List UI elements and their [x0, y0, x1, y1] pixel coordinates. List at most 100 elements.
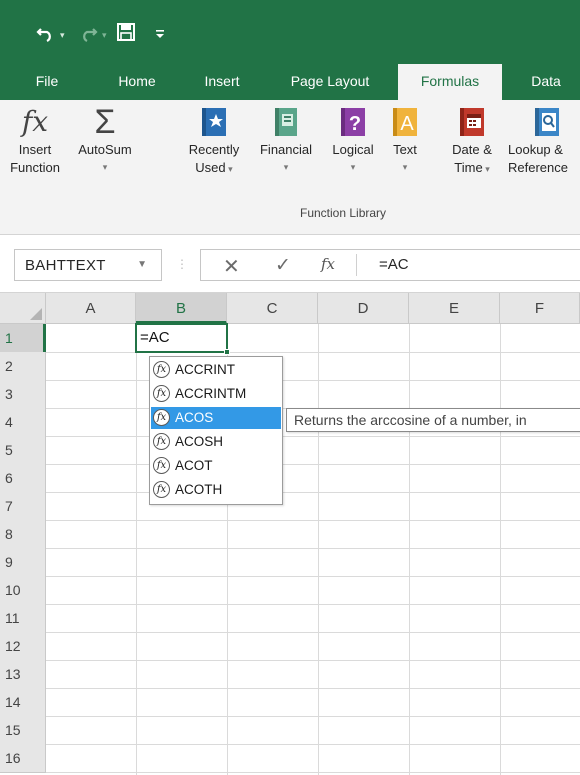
ribbon-formulas: fx Insert Function Σ AutoSum ▾ Recently …	[0, 100, 580, 235]
column-header-a[interactable]: A	[46, 293, 136, 324]
select-all-triangle-icon	[30, 308, 42, 320]
redo-dropdown-icon[interactable]: ▾	[102, 30, 107, 41]
row-header-6[interactable]: 6	[0, 464, 46, 493]
active-cell-b1[interactable]: =AC	[135, 323, 230, 355]
autocomplete-item-accrintm[interactable]: fx ACCRINTM	[151, 383, 281, 405]
function-icon: fx	[153, 361, 170, 378]
name-box-dropdown-icon[interactable]: ▼	[137, 259, 147, 270]
financial-button[interactable]: Financial ▾	[250, 106, 322, 176]
name-box-value: BAHTTEXT	[25, 257, 106, 274]
tab-page-layout[interactable]: Page Layout	[276, 62, 384, 100]
text-dropdown-icon: ▾	[402, 162, 408, 172]
save-icon[interactable]	[116, 22, 136, 46]
autocomplete-item-acos[interactable]: fx ACOS	[151, 407, 281, 429]
date-time-button[interactable]: Date & Time ▾	[442, 106, 502, 178]
tab-formulas[interactable]: Formulas	[398, 64, 502, 100]
text-button[interactable]: A Text ▾	[388, 106, 422, 176]
column-header-d[interactable]: D	[318, 293, 409, 324]
redo-icon[interactable]	[78, 22, 98, 46]
autosum-button[interactable]: Σ AutoSum ▾	[74, 105, 136, 176]
recently-used-button[interactable]: Recently Used ▾	[180, 106, 248, 178]
row-header-1[interactable]: 1	[0, 324, 46, 353]
enter-icon[interactable]: ✓	[275, 254, 291, 277]
function-description-tooltip: Returns the arccosine of a number, in	[286, 408, 580, 432]
row-header-14[interactable]: 14	[0, 688, 46, 717]
function-autocomplete-list: fx ACCRINT fx ACCRINTM fx ACOS fx ACOSH …	[149, 356, 283, 505]
undo-icon[interactable]	[36, 22, 56, 46]
row-header-2[interactable]: 2	[0, 352, 46, 381]
column-header-f[interactable]: F	[500, 293, 580, 324]
row-header-5[interactable]: 5	[0, 436, 46, 465]
function-icon: fx	[153, 385, 170, 402]
gridline	[500, 324, 501, 775]
tab-home[interactable]: Home	[102, 62, 172, 100]
gridline	[46, 632, 580, 633]
customize-qat-icon[interactable]	[154, 26, 166, 46]
logical-label: Logical	[332, 142, 374, 157]
column-header-c[interactable]: C	[227, 293, 318, 324]
row-header-3[interactable]: 3	[0, 380, 46, 409]
row-header-4[interactable]: 4	[0, 408, 46, 437]
lookup-reference-button[interactable]: Lookup & Reference	[508, 106, 580, 176]
tooltip-text: Returns the arccosine of a number, in	[294, 412, 527, 428]
row-header-12[interactable]: 12	[0, 632, 46, 661]
gridline	[46, 548, 580, 549]
row-header-15[interactable]: 15	[0, 716, 46, 745]
gridline	[46, 464, 580, 465]
gridline	[46, 772, 580, 773]
lookup-book-icon	[532, 106, 562, 138]
autocomplete-item-acot[interactable]: fx ACOT	[151, 455, 281, 477]
insert-function-icon[interactable]: fx	[321, 255, 335, 273]
autosum-dropdown-icon: ▾	[102, 162, 108, 172]
name-box[interactable]: BAHTTEXT ▼	[14, 249, 162, 281]
formula-bar-divider	[356, 254, 357, 276]
formula-bar-splitter[interactable]: ⋮	[176, 257, 188, 271]
autocomplete-item-label: ACCRINTM	[175, 386, 247, 401]
function-icon: fx	[153, 433, 170, 450]
star-book-icon	[199, 106, 229, 138]
gridline	[46, 380, 580, 381]
fill-handle[interactable]	[224, 349, 230, 355]
worksheet-grid[interactable]: A B C D E F 1 2 3 4 5 6 7 8 9 10 11 12 1…	[0, 293, 580, 775]
recently-used-label-1: Recently	[188, 142, 240, 157]
logical-book-icon: ?	[338, 106, 368, 138]
gridline	[46, 688, 580, 689]
row-header-7[interactable]: 7	[0, 492, 46, 521]
undo-dropdown-icon[interactable]: ▾	[60, 30, 65, 41]
financial-label: Financial	[259, 142, 313, 157]
tab-insert[interactable]: Insert	[190, 62, 254, 100]
autocomplete-item-accrint[interactable]: fx ACCRINT	[151, 359, 281, 381]
gridline	[46, 660, 580, 661]
function-icon: fx	[153, 457, 170, 474]
row-header-16[interactable]: 16	[0, 744, 46, 773]
text-label: Text	[393, 142, 417, 157]
financial-book-icon	[271, 106, 301, 138]
calendar-book-icon	[457, 106, 487, 138]
autocomplete-item-acoth[interactable]: fx ACOTH	[151, 479, 281, 501]
title-bar: ▾ ▾	[0, 0, 580, 62]
row-header-8[interactable]: 8	[0, 520, 46, 549]
svg-text:?: ?	[349, 113, 361, 135]
function-icon: fx	[153, 481, 170, 498]
insert-function-label-1: Insert	[18, 142, 52, 157]
row-header-10[interactable]: 10	[0, 576, 46, 605]
tab-data[interactable]: Data	[516, 62, 576, 100]
cancel-icon[interactable]: ✕	[223, 254, 240, 279]
autocomplete-item-label: ACOS	[175, 410, 214, 425]
gridline	[46, 436, 580, 437]
lookup-reference-label-1: Lookup &	[508, 142, 563, 157]
autocomplete-item-acosh[interactable]: fx ACOSH	[151, 431, 281, 453]
column-header-e[interactable]: E	[409, 293, 500, 324]
select-all-button[interactable]	[0, 293, 46, 324]
insert-function-button[interactable]: fx Insert Function	[2, 106, 68, 176]
tab-file[interactable]: File	[22, 62, 72, 100]
row-header-13[interactable]: 13	[0, 660, 46, 689]
date-time-label-1: Date &	[452, 142, 492, 157]
column-header-b[interactable]: B	[136, 293, 227, 324]
gridline	[46, 604, 580, 605]
row-header-9[interactable]: 9	[0, 548, 46, 577]
gridline	[136, 324, 137, 775]
logical-button[interactable]: ? Logical ▾	[324, 106, 382, 176]
formula-input[interactable]: =AC	[379, 256, 409, 273]
row-header-11[interactable]: 11	[0, 604, 46, 633]
